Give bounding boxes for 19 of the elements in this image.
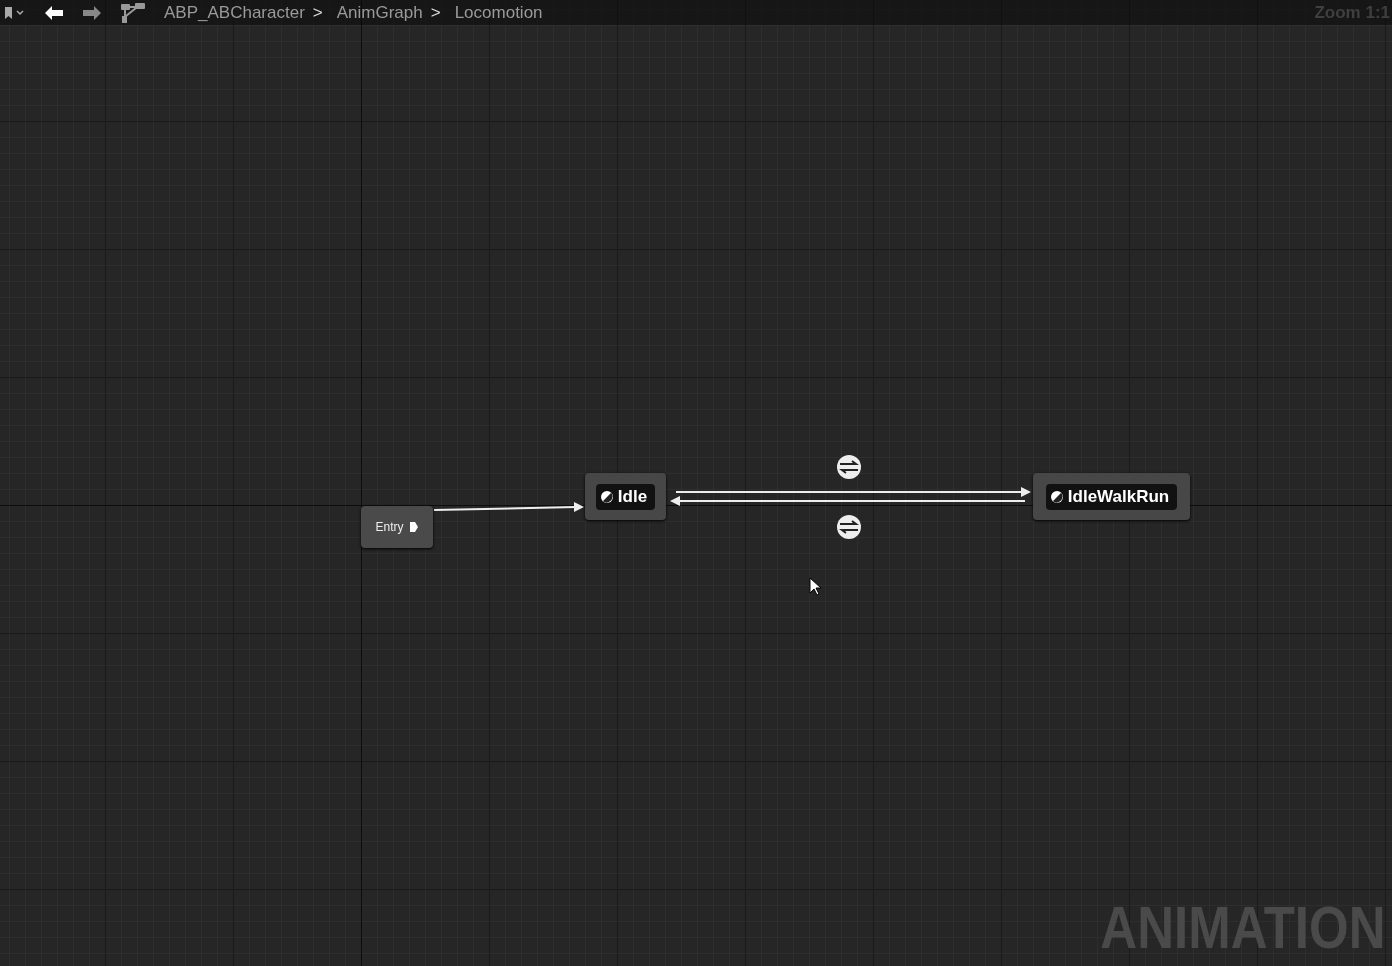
back-arrow-icon[interactable] xyxy=(44,4,64,21)
state-icon xyxy=(1049,489,1064,504)
breadcrumb-link[interactable]: ABP_ABCharacter xyxy=(164,2,305,23)
bookmark-icon[interactable] xyxy=(4,5,26,20)
breadcrumb-separator: > xyxy=(430,2,441,23)
state-node[interactable]: IdleWalkRun xyxy=(1033,473,1190,520)
breadcrumb-separator: > xyxy=(312,2,323,23)
exec-pin-icon xyxy=(408,521,419,533)
state-icon xyxy=(599,489,614,504)
breadcrumb-link[interactable]: AnimGraph xyxy=(336,2,423,23)
mouse-cursor-icon xyxy=(809,577,822,596)
forward-arrow-icon[interactable] xyxy=(82,4,102,21)
state-node[interactable]: Idle xyxy=(585,473,666,520)
node-title: IdleWalkRun xyxy=(1067,486,1170,507)
breadcrumb-link[interactable]: Locomotion xyxy=(454,2,543,23)
entry-node[interactable]: Entry xyxy=(361,506,433,548)
node-title: Entry xyxy=(375,520,404,534)
hierarchy-icon xyxy=(120,1,146,24)
node-title: Idle xyxy=(617,486,648,507)
